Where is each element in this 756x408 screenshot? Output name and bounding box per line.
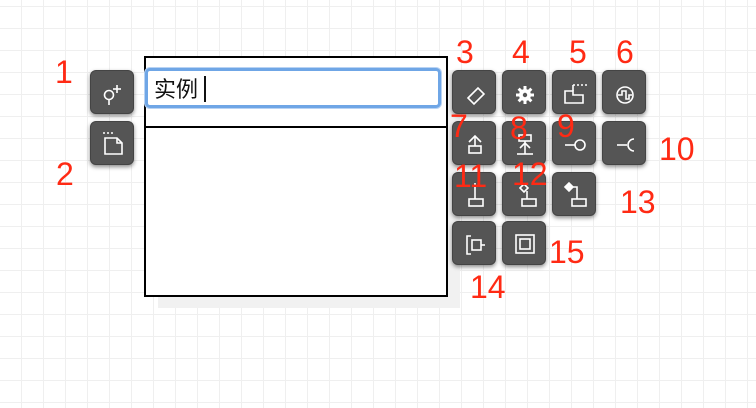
dependency-button[interactable] — [452, 221, 496, 265]
callout-label-6: 6 — [616, 34, 634, 70]
add-note-button[interactable] — [90, 121, 134, 165]
add-note-icon — [103, 132, 123, 155]
text-caret — [204, 76, 206, 102]
callout-label-8: 8 — [510, 110, 528, 146]
callout-label-3: 3 — [456, 34, 474, 70]
callout-label-14: 14 — [470, 269, 506, 305]
gear-icon — [516, 86, 534, 104]
callout-label-2: 2 — [56, 156, 74, 192]
signal-circle-icon — [616, 86, 634, 104]
required-interface-button[interactable] — [602, 121, 646, 165]
frame-button[interactable] — [502, 221, 546, 265]
dependency-bracket-icon — [466, 235, 485, 255]
add-attribute-button[interactable] — [90, 70, 134, 114]
callout-label-15: 15 — [549, 234, 585, 270]
class-compartment-divider — [146, 126, 446, 128]
callout-label-12: 12 — [512, 156, 548, 192]
callout-label-13: 13 — [620, 184, 656, 220]
add-attribute-icon — [103, 85, 121, 105]
callout-label-5: 5 — [569, 34, 587, 70]
callout-label-7: 7 — [450, 108, 468, 144]
callout-label-1: 1 — [55, 54, 73, 90]
signal-button[interactable] — [602, 70, 646, 114]
required-interface-icon — [617, 138, 635, 152]
class-name-input[interactable] — [145, 68, 441, 108]
frame-square-icon — [515, 234, 535, 254]
callout-label-11: 11 — [454, 158, 488, 194]
callout-label-10: 10 — [659, 131, 695, 167]
composition-icon — [563, 181, 587, 207]
callout-label-9: 9 — [557, 108, 575, 144]
callout-label-4: 4 — [512, 34, 530, 70]
composition-button[interactable] — [552, 172, 596, 216]
settings-button[interactable] — [502, 70, 546, 114]
